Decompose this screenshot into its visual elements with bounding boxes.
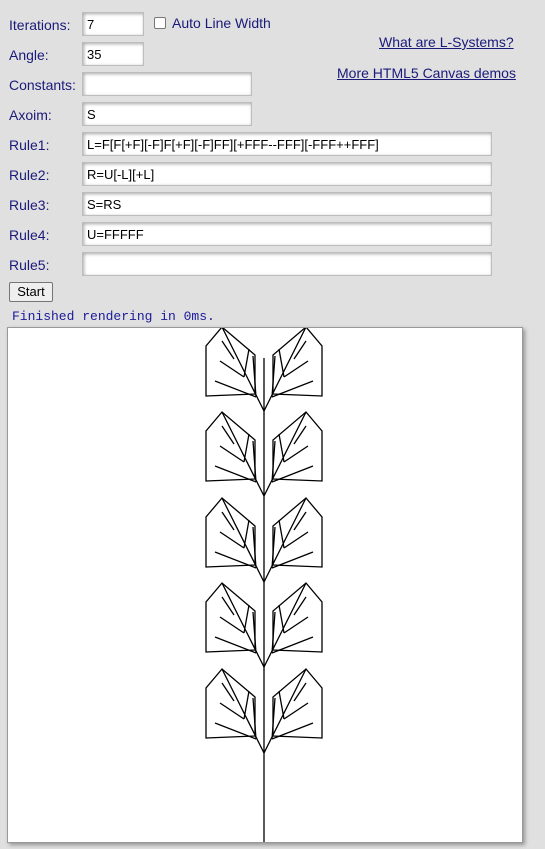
branch-stroke [243, 690, 250, 720]
rule1-label: Rule1: [9, 137, 50, 153]
branch-stroke [221, 582, 265, 668]
branch-stroke [221, 425, 235, 445]
more-demos-link[interactable]: More HTML5 Canvas demos [337, 65, 516, 81]
render-canvas [7, 326, 523, 843]
branch-stroke [221, 340, 235, 360]
branch-stroke [263, 326, 307, 412]
branch-stroke [263, 411, 307, 497]
branch-stroke [278, 433, 285, 463]
branch-stroke [243, 519, 250, 549]
axiom-label: Axoim: [9, 107, 52, 123]
branch-stroke [263, 582, 307, 668]
leaf-outline [272, 326, 323, 397]
iterations-label: Iterations: [9, 17, 71, 33]
branch-stroke [243, 433, 250, 463]
what-are-lsystems-link[interactable]: What are L-Systems? [379, 34, 514, 50]
rule4-label: Rule4: [9, 227, 50, 243]
leaf-outline [205, 668, 256, 739]
branch-stroke [221, 596, 235, 616]
branch-stroke [293, 511, 307, 531]
rule5-input[interactable] [82, 252, 492, 276]
angle-input[interactable] [82, 42, 144, 66]
auto-line-width-toggle[interactable]: Auto Line Width [154, 15, 271, 31]
constants-label: Constants: [9, 77, 76, 93]
branch-stroke [293, 596, 307, 616]
branch-stroke [293, 340, 307, 360]
leaf-outline [205, 326, 256, 397]
branch-stroke [221, 682, 235, 702]
lsystem-drawing [205, 326, 323, 842]
leaf-outline [272, 668, 323, 739]
branch-stroke [278, 348, 285, 378]
branch-stroke [221, 411, 265, 497]
branch-stroke [221, 668, 265, 754]
rule5-label: Rule5: [9, 257, 50, 273]
leaf-outline [205, 582, 256, 653]
branch-stroke [278, 519, 285, 549]
angle-label: Angle: [9, 47, 49, 63]
auto-line-width-label[interactable]: Auto Line Width [172, 15, 271, 31]
rule4-input[interactable] [82, 222, 492, 246]
iterations-input[interactable] [82, 12, 144, 36]
branch-stroke [293, 425, 307, 445]
branch-stroke [221, 497, 265, 583]
constants-input[interactable] [82, 72, 252, 96]
rule3-input[interactable] [82, 192, 492, 216]
axiom-input[interactable] [82, 102, 252, 126]
status-text: Finished rendering in 0ms. [12, 309, 215, 324]
branch-stroke [243, 604, 250, 634]
rule3-label: Rule3: [9, 197, 50, 213]
branch-stroke [221, 326, 265, 412]
leaf-outline [272, 497, 323, 568]
leaf-outline [272, 411, 323, 482]
rule2-input[interactable] [82, 162, 492, 186]
branch-stroke [278, 690, 285, 720]
branch-stroke [243, 348, 250, 378]
leaf-outline [272, 582, 323, 653]
leaf-outline [205, 411, 256, 482]
branch-stroke [263, 668, 307, 754]
auto-line-width-checkbox[interactable] [154, 17, 166, 29]
branch-stroke [221, 511, 235, 531]
rule1-input[interactable] [82, 132, 492, 156]
branch-stroke [278, 604, 285, 634]
branch-stroke [293, 682, 307, 702]
start-button[interactable]: Start [9, 282, 53, 302]
rule2-label: Rule2: [9, 167, 50, 183]
branch-stroke [263, 497, 307, 583]
leaf-outline [205, 497, 256, 568]
